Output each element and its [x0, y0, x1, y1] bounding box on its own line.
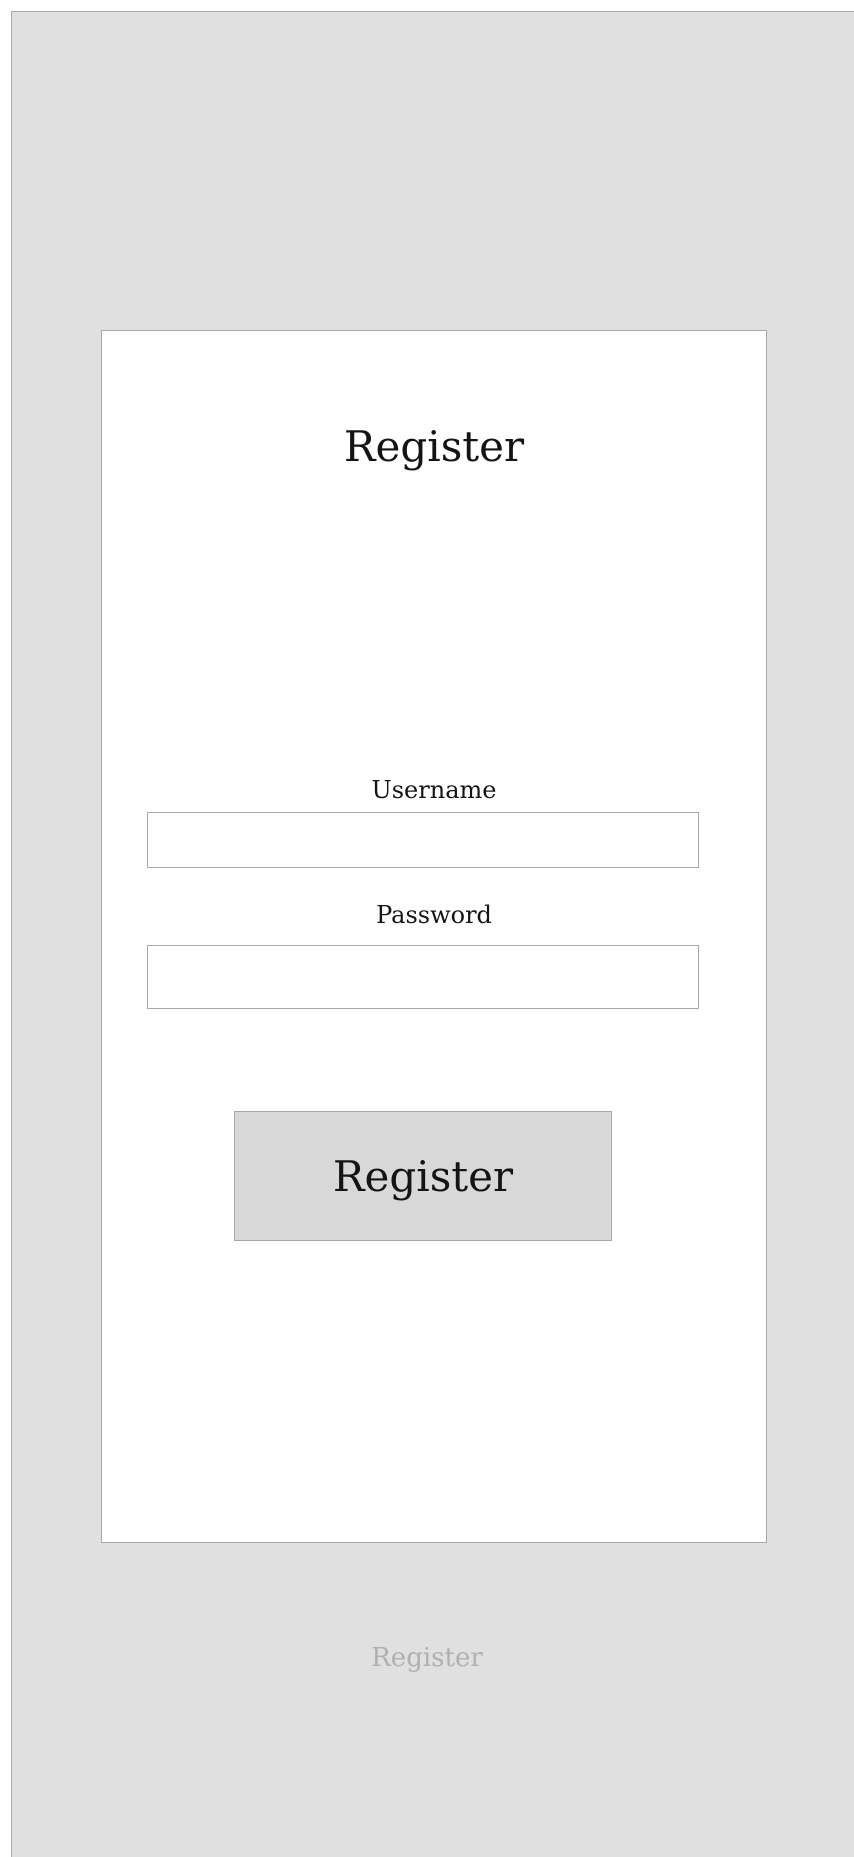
password-input[interactable]: [147, 945, 699, 1009]
password-label: Password: [376, 901, 492, 929]
username-input[interactable]: [147, 812, 699, 868]
footer-register-label: Register: [371, 1643, 483, 1673]
register-button[interactable]: Register: [234, 1111, 612, 1241]
page-title: Register: [343, 422, 525, 471]
username-label: Username: [371, 776, 497, 804]
register-card: Register Username Password Register: [101, 330, 767, 1543]
